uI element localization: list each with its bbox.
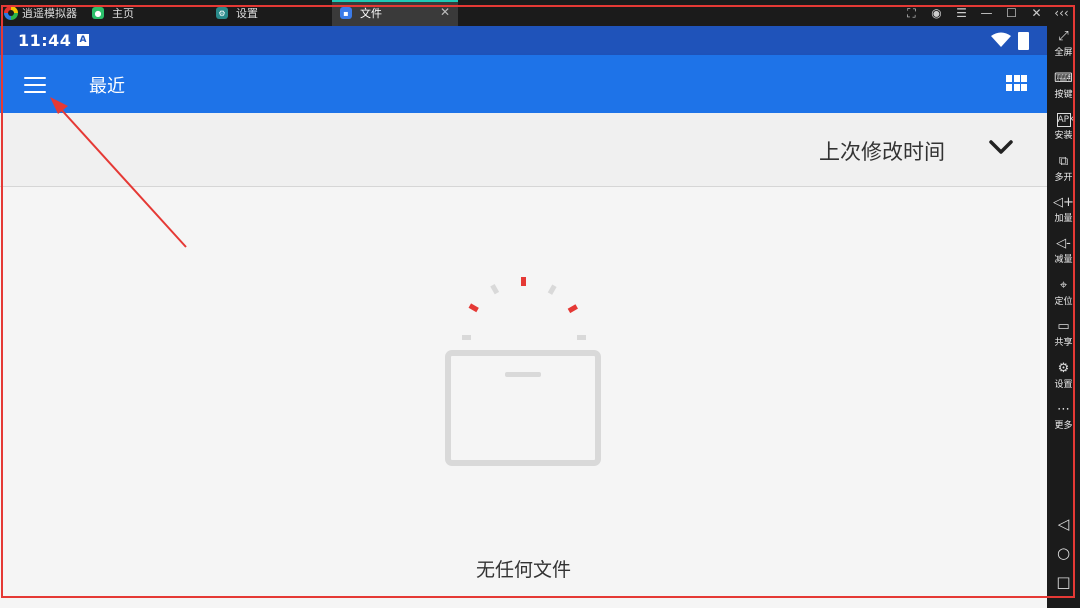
tab-settings[interactable]: ⚙ 设置 bbox=[208, 0, 330, 26]
page-title: 最近 bbox=[89, 76, 125, 97]
tab-label: 文件 bbox=[360, 7, 382, 20]
status-bar: 11:44 A bbox=[0, 26, 1047, 55]
settings-tab-icon: ⚙ bbox=[216, 7, 228, 19]
collapse-icon[interactable]: ‹‹‹ bbox=[1049, 6, 1074, 20]
apk-install-icon: APK bbox=[1056, 113, 1075, 127]
chevron-down-icon[interactable] bbox=[988, 137, 1014, 157]
account-icon[interactable]: ◉ bbox=[924, 6, 949, 20]
sidebar-item-multi[interactable]: ⧉ 多开 bbox=[1047, 154, 1080, 184]
sidebar-item-install[interactable]: APK 安装 bbox=[1047, 113, 1080, 141]
window-controls: ⛶ ◉ ☰ — ☐ ✕ ‹‹‹ bbox=[899, 0, 1074, 26]
sort-label[interactable]: 上次修改时间 bbox=[819, 136, 945, 166]
tab-files[interactable]: ▪ 文件 ✕ bbox=[332, 0, 458, 26]
gear-icon: ⚙ bbox=[1057, 361, 1070, 376]
wifi-icon bbox=[991, 32, 1011, 47]
app-bar: 最近 bbox=[0, 55, 1047, 113]
sidebar-item-keymap[interactable]: ⌨ 按键 bbox=[1047, 71, 1080, 101]
home-tab-icon: ● bbox=[92, 7, 104, 19]
keyboard-icon: ⌨ bbox=[1054, 71, 1073, 86]
app-name: 逍遥模拟器 bbox=[22, 7, 77, 20]
tab-close-icon[interactable]: ✕ bbox=[440, 5, 450, 19]
sidebar-item-fullscreen[interactable]: ⤢ 全屏 bbox=[1047, 29, 1080, 59]
sidebar-item-more[interactable]: ⋯ 更多 bbox=[1047, 402, 1080, 432]
empty-folder-illustration bbox=[445, 277, 601, 466]
status-time: 11:44 bbox=[18, 31, 72, 50]
empty-state-message: 无任何文件 bbox=[475, 559, 571, 581]
battery-icon bbox=[1018, 32, 1029, 50]
folder-icon: ▭ bbox=[1057, 319, 1070, 334]
sidebar-item-share[interactable]: ▭ 共享 bbox=[1047, 319, 1080, 349]
home-icon[interactable]: ○ bbox=[1047, 544, 1080, 562]
close-icon[interactable]: ✕ bbox=[1024, 6, 1049, 20]
notification-icon: A bbox=[77, 34, 89, 46]
sort-bar[interactable]: 上次修改时间 bbox=[0, 113, 1047, 187]
hamburger-menu-icon[interactable] bbox=[24, 77, 46, 93]
grid-view-icon[interactable] bbox=[1006, 75, 1027, 91]
maximize-icon[interactable]: ☐ bbox=[999, 6, 1024, 20]
tab-label: 设置 bbox=[236, 7, 258, 20]
volume-up-icon: ◁+ bbox=[1053, 195, 1074, 210]
back-icon[interactable]: ◁ bbox=[1047, 515, 1080, 533]
fullscreen-icon: ⤢ bbox=[1058, 29, 1069, 44]
sidebar-item-settings[interactable]: ⚙ 设置 bbox=[1047, 361, 1080, 391]
sidebar-item-volume-down[interactable]: ◁- 减量 bbox=[1047, 236, 1080, 266]
window-titlebar: 逍遥模拟器 ● 主页 ⚙ 设置 ▪ 文件 ✕ ⛶ ◉ ☰ — ☐ ✕ ‹‹‹ bbox=[0, 0, 1080, 26]
recents-icon[interactable]: □ bbox=[1047, 573, 1080, 591]
tab-home[interactable]: ● 主页 bbox=[84, 0, 206, 26]
emulator-sidebar: ⤢ 全屏 ⌨ 按键 APK 安装 ⧉ 多开 ◁+ 加量 ◁- 减量 ⌖ 定位 ▭… bbox=[1047, 26, 1080, 608]
sidebar-item-volume-up[interactable]: ◁+ 加量 bbox=[1047, 195, 1080, 225]
minimize-icon[interactable]: — bbox=[974, 6, 999, 20]
android-screen: 11:44 A 最近 上次修改时间 无任何文件 bbox=[0, 26, 1047, 608]
volume-down-icon: ◁- bbox=[1056, 236, 1071, 251]
menu-icon[interactable]: ☰ bbox=[949, 6, 974, 20]
app-brand: 逍遥模拟器 bbox=[4, 0, 77, 26]
sidebar-item-location[interactable]: ⌖ 定位 bbox=[1047, 278, 1080, 308]
memu-logo-icon bbox=[4, 6, 18, 20]
screenshot-icon[interactable]: ⛶ bbox=[899, 6, 924, 21]
files-tab-icon: ▪ bbox=[340, 7, 352, 19]
more-icon: ⋯ bbox=[1057, 402, 1070, 417]
tab-label: 主页 bbox=[112, 7, 134, 20]
multi-instance-icon: ⧉ bbox=[1058, 154, 1069, 169]
location-icon: ⌖ bbox=[1059, 278, 1068, 293]
